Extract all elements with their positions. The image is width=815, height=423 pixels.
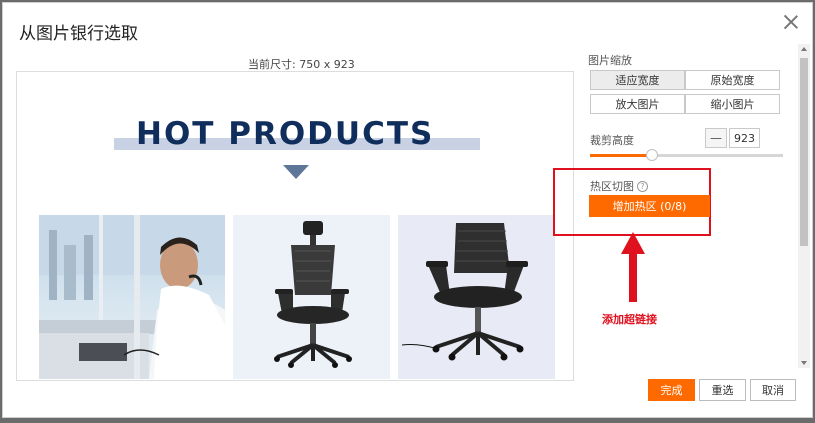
- add-hotspot-button[interactable]: 增加热区 (0/8): [589, 195, 710, 217]
- crop-height-label: 裁剪高度: [590, 134, 634, 147]
- cancel-button[interactable]: 取消: [750, 379, 796, 401]
- slider-fill: [590, 154, 652, 157]
- reselect-button[interactable]: 重选: [699, 379, 746, 401]
- zoom-label: 图片缩放: [588, 54, 632, 67]
- crop-height-input[interactable]: [729, 128, 760, 148]
- settings-panel: 图片缩放 适应宽度 原始宽度 放大图片 缩小图片 裁剪高度 — 热区切图? 增加…: [553, 52, 788, 236]
- current-size-label: 当前尺寸: 750 x 923: [248, 58, 355, 71]
- zoom-out-button[interactable]: 缩小图片: [685, 94, 780, 114]
- annotation-up-arrow-icon: [621, 232, 645, 302]
- vertical-scrollbar[interactable]: [798, 44, 810, 368]
- office-chair-photo-1: [233, 215, 390, 379]
- crop-height-decrement-button[interactable]: —: [705, 128, 727, 148]
- crop-height-slider[interactable]: [590, 149, 783, 161]
- hotspot-label: 热区切图?: [590, 178, 648, 194]
- banner-down-arrow-icon: [283, 165, 309, 179]
- fit-width-button[interactable]: 适应宽度: [590, 70, 685, 90]
- help-icon[interactable]: ?: [637, 181, 648, 192]
- hotspot-label-text: 热区切图: [590, 180, 634, 193]
- scroll-thumb[interactable]: [800, 58, 808, 246]
- zoom-in-button[interactable]: 放大图片: [590, 94, 685, 114]
- slider-thumb[interactable]: [646, 149, 658, 161]
- close-icon[interactable]: [782, 13, 800, 31]
- dialog-title: 从图片银行选取: [19, 24, 138, 44]
- original-width-button[interactable]: 原始宽度: [685, 70, 780, 90]
- done-button[interactable]: 完成: [648, 379, 695, 401]
- scroll-down-icon[interactable]: [798, 358, 810, 368]
- banner: HOT PRODUCTS: [114, 116, 480, 156]
- annotation-add-hyperlink: 添加超链接: [602, 313, 657, 326]
- office-chair-photo-2: [398, 215, 555, 379]
- image-preview: HOT PRODUCTS: [16, 71, 574, 381]
- banner-title: HOT PRODUCTS: [136, 116, 435, 152]
- office-man-photo: [39, 215, 225, 379]
- scroll-up-icon[interactable]: [798, 44, 810, 54]
